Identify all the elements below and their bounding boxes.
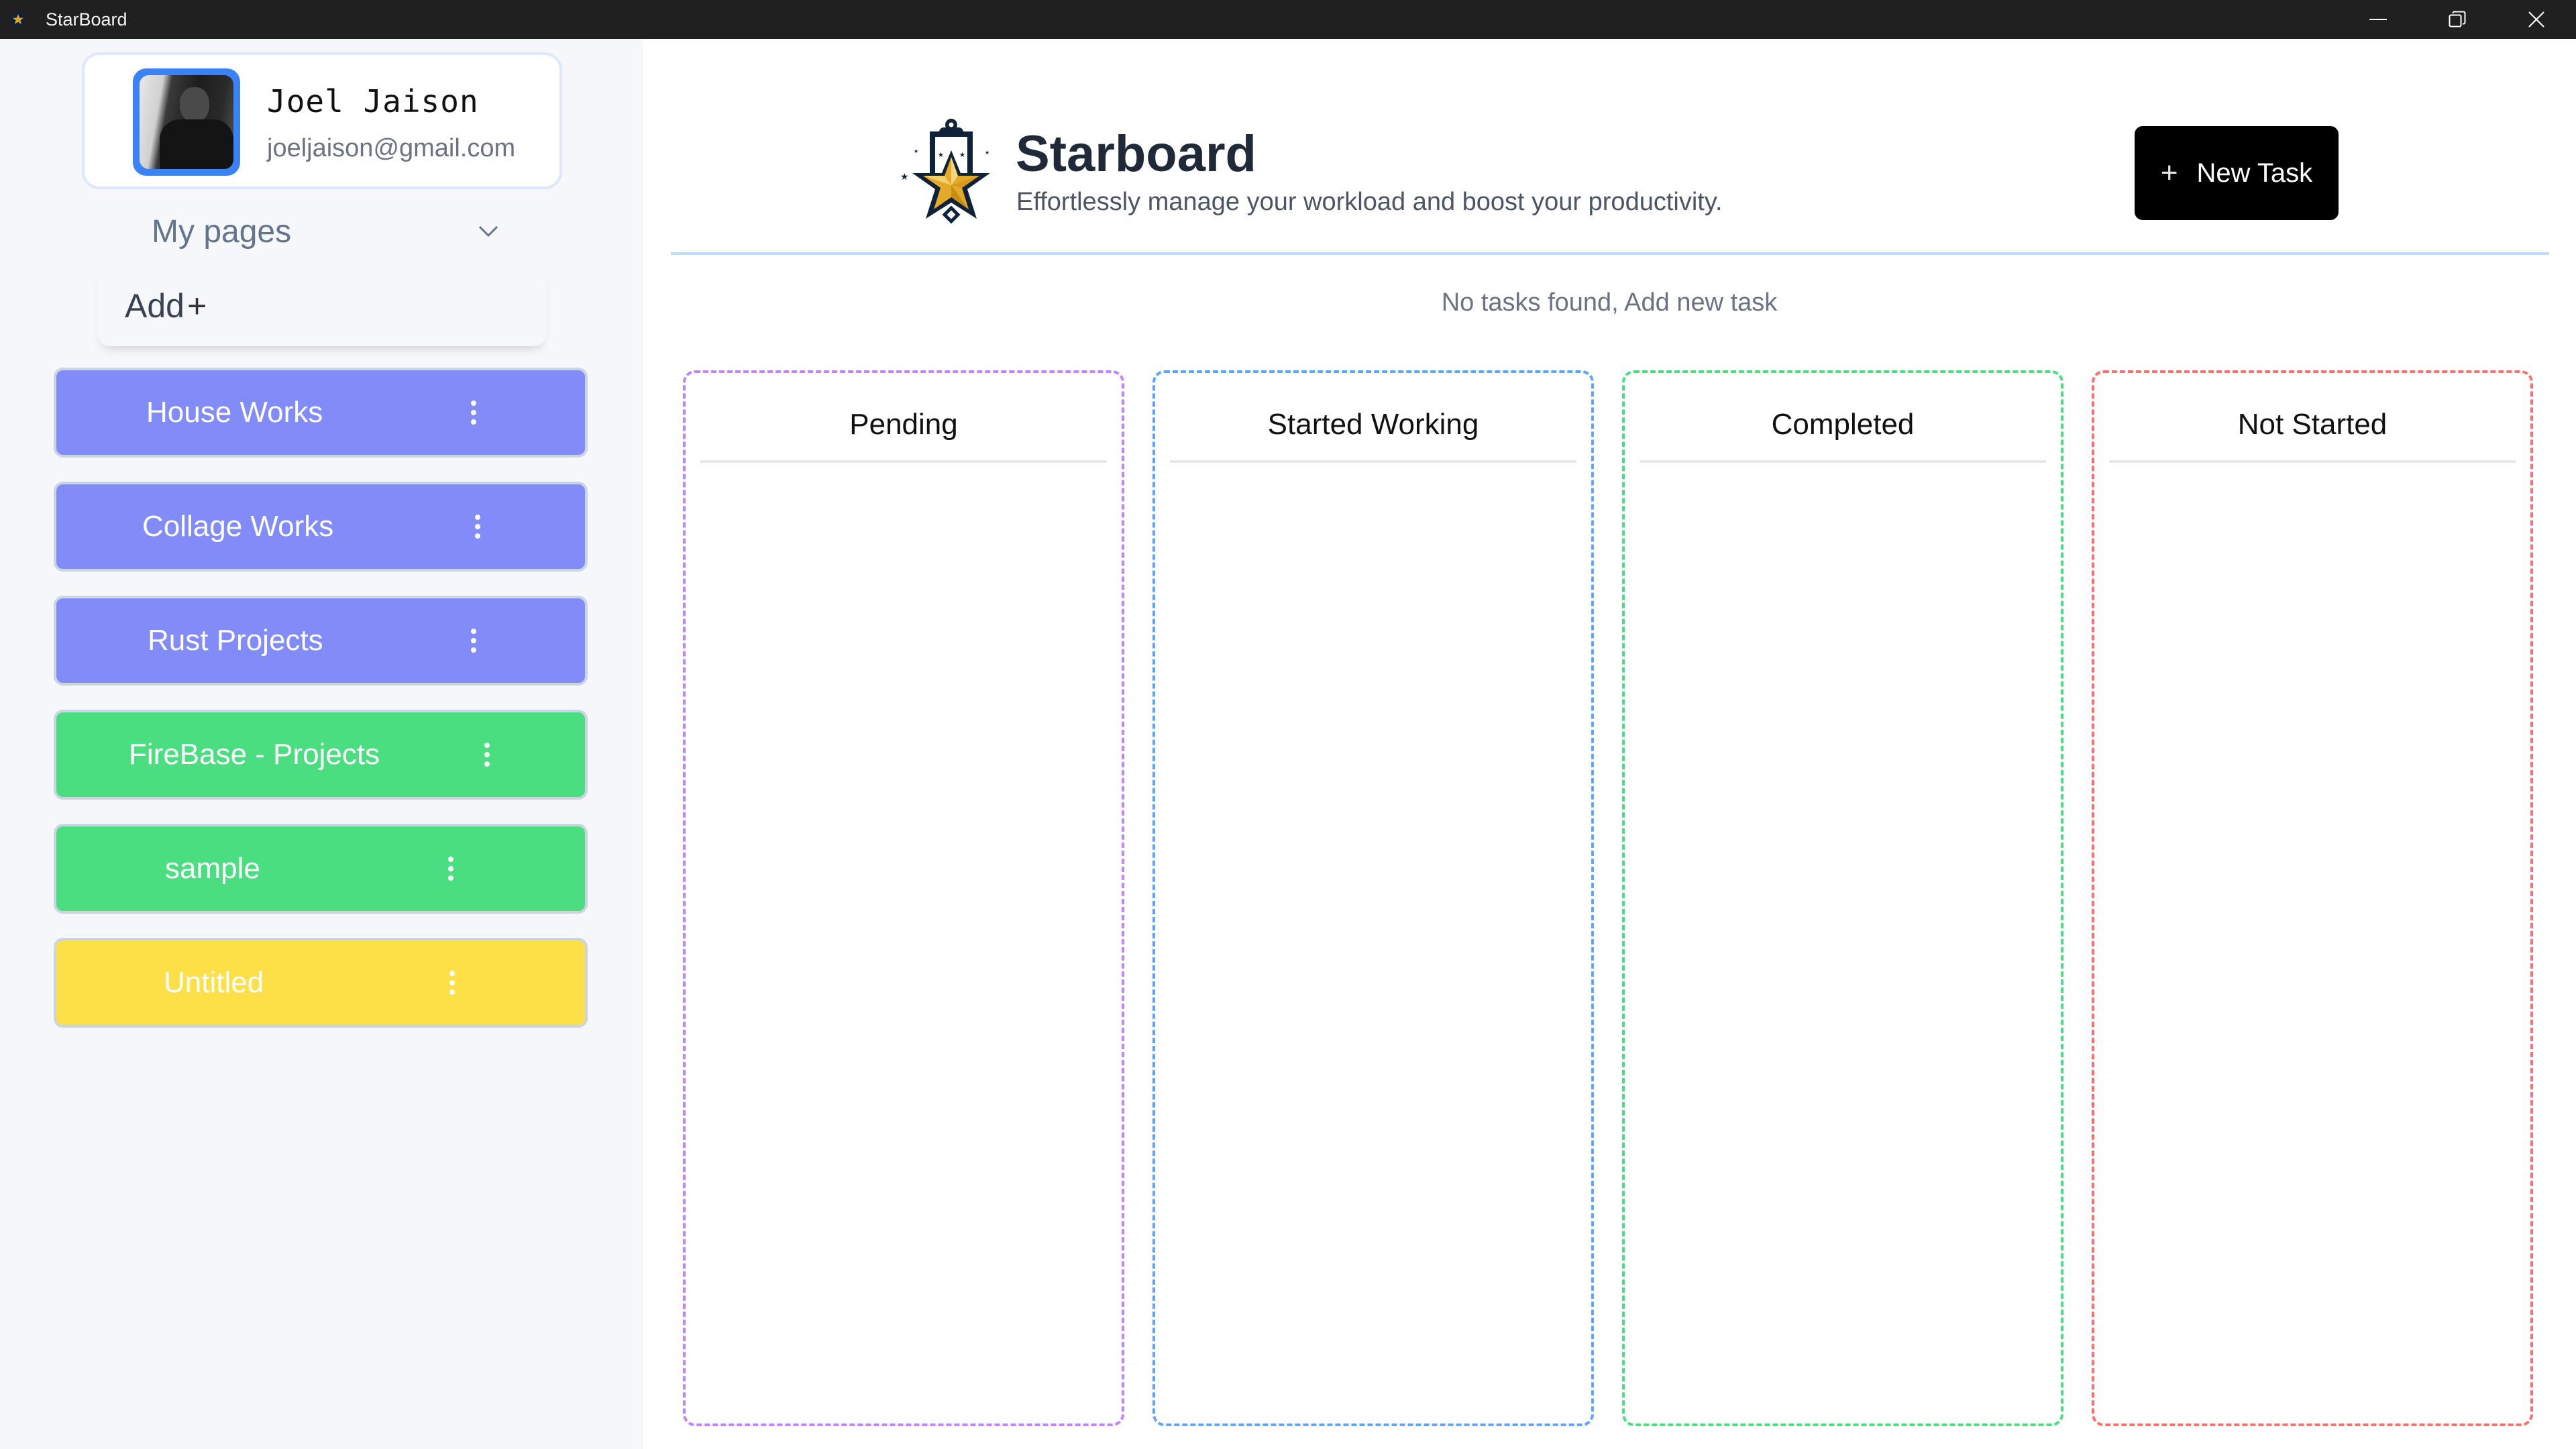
page-label: House Works — [146, 396, 323, 429]
window-title: StarBoard — [46, 9, 127, 30]
svg-text:★: ★ — [938, 152, 944, 159]
starboard-logo-icon: ★ ★ ★ ★ ★ — [900, 119, 990, 224]
add-page-label: Add — [125, 287, 184, 325]
plus-icon: + — [2160, 156, 2178, 189]
sidebar-page-sample[interactable]: sample — [54, 824, 588, 914]
avatar[interactable] — [133, 68, 240, 176]
brand-title: Starboard — [1016, 125, 1256, 182]
sidebar-page-rust-projects[interactable]: Rust Projects — [54, 596, 588, 686]
more-vertical-icon[interactable] — [467, 621, 480, 661]
sidebar: Joel Jaison joeljaison@gmail.com My page… — [0, 39, 643, 1449]
minimize-button[interactable] — [2339, 0, 2418, 39]
minimize-icon — [2369, 19, 2387, 20]
more-vertical-icon[interactable] — [471, 506, 484, 547]
main-board: ★ ★ ★ ★ ★ Starboard Effortlessly manage … — [643, 39, 2576, 1449]
svg-text:★: ★ — [914, 148, 918, 154]
page-label: Rust Projects — [148, 624, 323, 657]
column-title: Completed — [1771, 408, 1915, 441]
restore-button[interactable] — [2418, 0, 2497, 39]
column-completed[interactable]: Completed — [1622, 370, 2063, 1426]
new-task-button[interactable]: + New Task — [2135, 126, 2339, 220]
column-divider — [1170, 460, 1576, 463]
my-pages-toggle[interactable]: My pages — [152, 208, 500, 255]
page-label: Collage Works — [142, 510, 334, 543]
more-vertical-icon[interactable] — [444, 849, 458, 889]
app-star-icon — [9, 11, 27, 28]
avatar-photo — [140, 75, 233, 169]
column-divider — [700, 460, 1107, 463]
column-started-working[interactable]: Started Working — [1152, 370, 1594, 1426]
empty-state-message: No tasks found, Add new task — [1441, 288, 1778, 317]
chevron-down-icon[interactable] — [476, 219, 500, 244]
profile-email: joeljaison@gmail.com — [267, 134, 516, 162]
page-label: FireBase - Projects — [129, 738, 380, 771]
window-controls — [2339, 0, 2576, 39]
close-icon — [2528, 11, 2544, 28]
brand-subtitle: Effortlessly manage your workload and bo… — [1016, 188, 1723, 216]
column-divider — [2109, 460, 2516, 463]
restore-icon — [2449, 11, 2466, 28]
profile-name: Joel Jaison — [267, 83, 479, 119]
column-pending[interactable]: Pending — [683, 370, 1124, 1426]
svg-text:★: ★ — [985, 150, 989, 156]
my-pages-label: My pages — [152, 213, 292, 250]
sidebar-page-collage-works[interactable]: Collage Works — [54, 482, 588, 572]
sidebar-page-firebase-projects[interactable]: FireBase - Projects — [54, 710, 588, 800]
page-label: sample — [165, 852, 260, 885]
sidebar-page-house-works[interactable]: House Works — [54, 368, 588, 458]
more-vertical-icon[interactable] — [445, 963, 459, 1003]
add-page-button[interactable]: Add + — [98, 266, 546, 346]
header-divider — [671, 252, 2549, 255]
column-title: Not Started — [2237, 408, 2387, 441]
window-titlebar: StarBoard — [0, 0, 2576, 39]
column-divider — [1640, 460, 2046, 463]
more-vertical-icon[interactable] — [480, 735, 494, 775]
plus-icon: + — [186, 287, 207, 325]
column-title: Started Working — [1267, 408, 1479, 441]
svg-text:★: ★ — [900, 171, 909, 182]
sidebar-page-untitled[interactable]: Untitled — [54, 938, 588, 1028]
profile-card[interactable]: Joel Jaison joeljaison@gmail.com — [82, 52, 562, 189]
svg-text:★: ★ — [959, 152, 965, 159]
column-title: Pending — [849, 408, 958, 441]
close-button[interactable] — [2497, 0, 2576, 39]
more-vertical-icon[interactable] — [467, 392, 480, 433]
new-task-label: New Task — [2196, 158, 2313, 188]
column-not-started[interactable]: Not Started — [2092, 370, 2533, 1426]
page-label: Untitled — [164, 966, 264, 999]
